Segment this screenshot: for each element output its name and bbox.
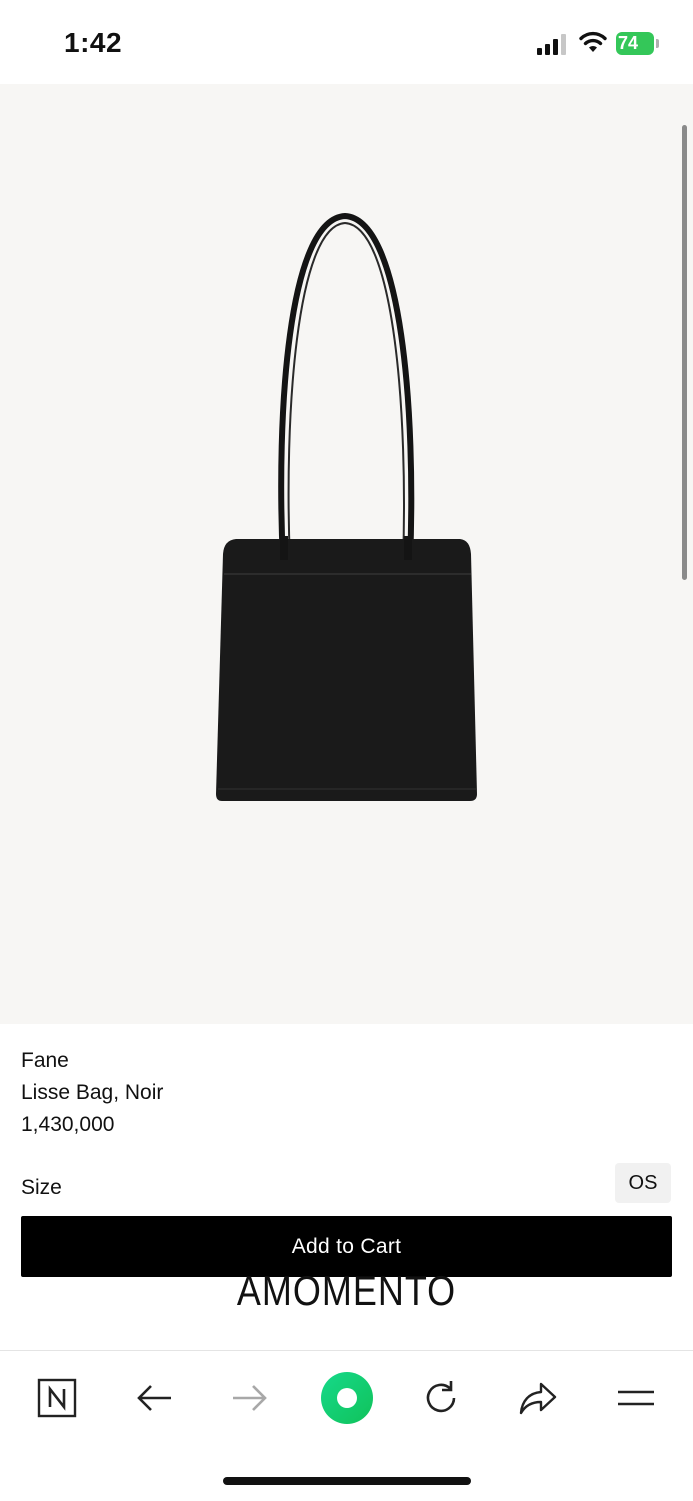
product-name: Lisse Bag, Noir xyxy=(21,1081,164,1104)
green-dot-icon[interactable] xyxy=(320,1371,374,1425)
share-icon[interactable] xyxy=(513,1373,563,1423)
wifi-icon xyxy=(579,31,607,52)
product-info: Fane Lisse Bag, Noir 1,430,000 xyxy=(21,1045,163,1141)
product-image[interactable] xyxy=(0,84,693,1024)
home-indicator[interactable] xyxy=(223,1477,471,1485)
naver-n-icon[interactable] xyxy=(32,1373,82,1423)
scroll-indicator[interactable] xyxy=(682,125,687,580)
forward-arrow-icon[interactable] xyxy=(225,1373,275,1423)
product-price: 1,430,000 xyxy=(21,1113,115,1136)
battery-icon: 74 xyxy=(616,32,660,55)
status-time: 1:42 xyxy=(64,27,123,58)
reload-icon[interactable] xyxy=(416,1373,466,1423)
battery-level: 74 xyxy=(618,33,639,53)
menu-icon[interactable] xyxy=(611,1373,661,1423)
status-bar: 1:42 74 xyxy=(0,0,693,84)
back-arrow-icon[interactable] xyxy=(129,1373,179,1423)
bag-image xyxy=(216,212,477,801)
size-option-os[interactable]: OS xyxy=(615,1163,671,1203)
product-brand: Fane xyxy=(21,1049,69,1072)
size-label: Size xyxy=(21,1176,62,1199)
store-logo[interactable]: AMOMENTO xyxy=(0,1267,693,1315)
cellular-signal-icon xyxy=(537,34,566,55)
